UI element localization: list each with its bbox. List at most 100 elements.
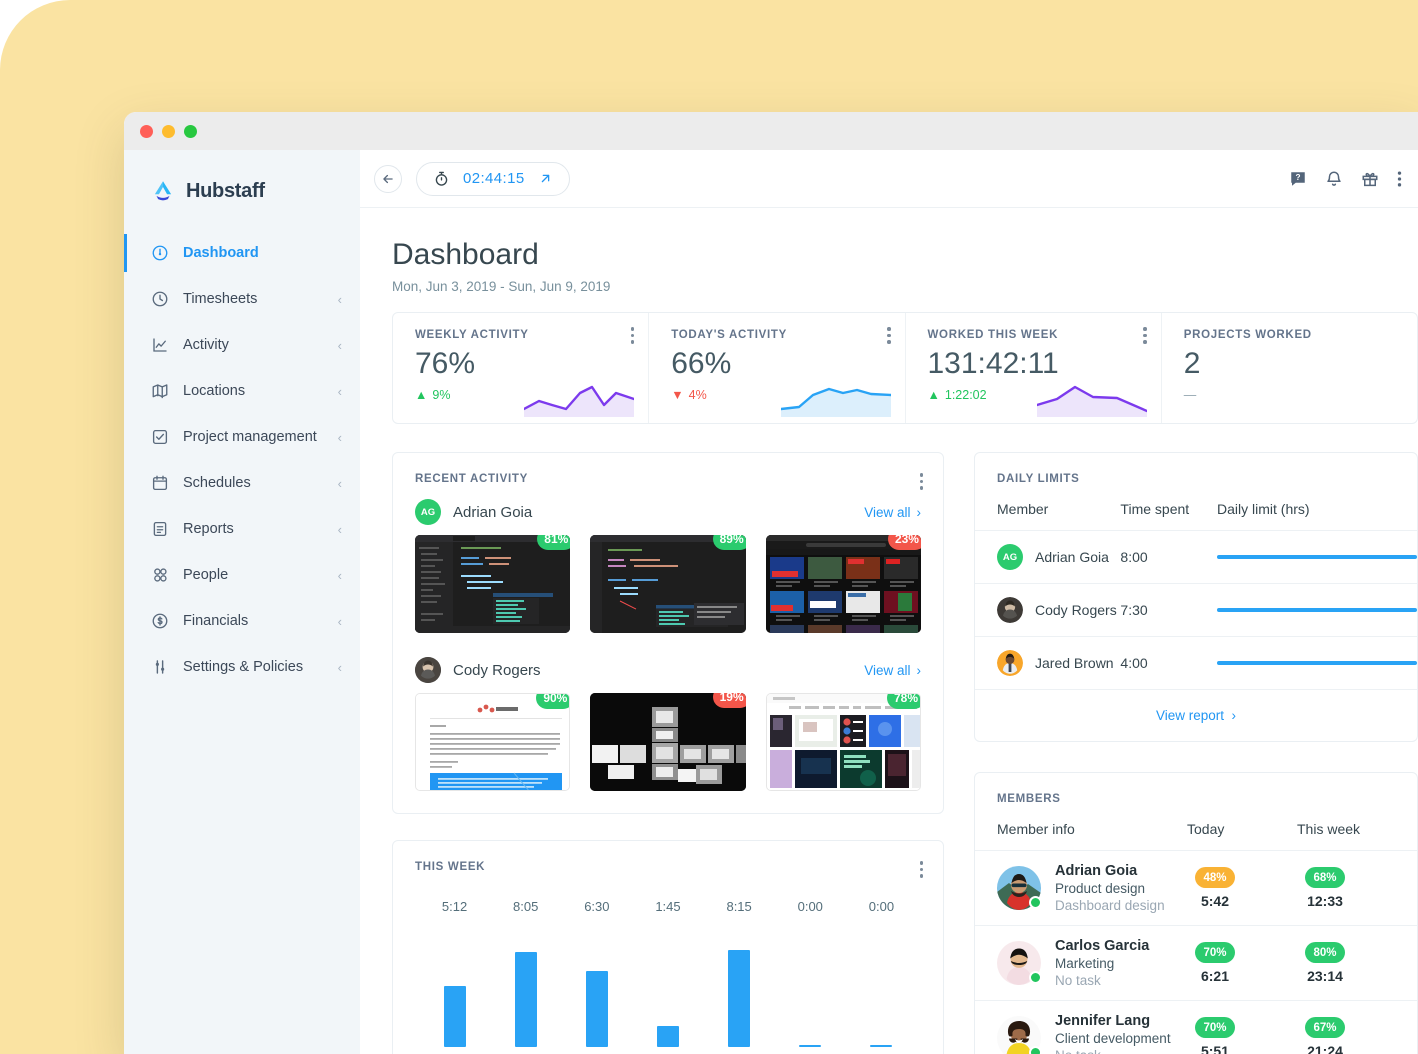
- screenshot-thumbnail[interactable]: 81%: [415, 535, 570, 633]
- sidebar-item-schedules[interactable]: Schedules ‹: [124, 460, 360, 506]
- view-all-link[interactable]: View all ›: [864, 505, 921, 520]
- today-cell: 48% 5:42: [1187, 867, 1243, 909]
- member-task: No task: [1055, 973, 1149, 988]
- sidebar-item-activity[interactable]: Activity ‹: [124, 322, 360, 368]
- stat-value: 131:42:11: [928, 347, 1143, 381]
- bar: [586, 971, 608, 1047]
- week-percent-badge: 67%: [1305, 1017, 1345, 1038]
- table-row[interactable]: Adrian Goia Product design Dashboard des…: [975, 851, 1417, 926]
- timer-widget[interactable]: 02:44:15: [416, 162, 570, 196]
- minimize-window-button[interactable]: [162, 125, 175, 138]
- avatar: AG: [997, 544, 1023, 570]
- sidebar-item-timesheets[interactable]: Timesheets ‹: [124, 276, 360, 322]
- daily-limits-card: DAILY LIMITS Member Time spent Daily lim…: [974, 452, 1418, 742]
- bar-value-label: 0:00: [869, 899, 894, 914]
- stat-card-menu-button[interactable]: [1143, 327, 1147, 347]
- online-status-indicator: [1029, 971, 1042, 984]
- sidebar-item-people[interactable]: People ‹: [124, 552, 360, 598]
- close-window-button[interactable]: [140, 125, 153, 138]
- document-icon: [150, 520, 169, 539]
- bar: [657, 1026, 679, 1047]
- member-name: Jared Brown: [1035, 655, 1114, 671]
- brand-logo[interactable]: Hubstaff: [124, 164, 360, 230]
- member-cell: Carlos Garcia Marketing No task: [997, 938, 1187, 988]
- table-row[interactable]: AG Adrian Goia 8:00: [975, 531, 1417, 584]
- topbar: 02:44:15 ?: [360, 150, 1418, 208]
- time-spent-value: 8:00: [1120, 531, 1217, 584]
- chart-bar-column[interactable]: 8:05: [490, 899, 561, 1047]
- sidebar-item-financials[interactable]: Financials ‹: [124, 598, 360, 644]
- sidebar-item-label: Schedules: [183, 475, 324, 491]
- time-spent-value: 7:30: [1120, 584, 1217, 637]
- stat-card-menu-button[interactable]: [631, 327, 635, 347]
- screenshot-thumbnail[interactable]: 23%: [766, 535, 921, 633]
- table-row[interactable]: Carlos Garcia Marketing No task: [975, 926, 1417, 1001]
- this-week-menu-button[interactable]: [920, 861, 924, 881]
- arrow-up-right-icon[interactable]: [538, 171, 553, 186]
- table-row[interactable]: Cody Rogers 7:30: [975, 584, 1417, 637]
- screenshot-thumbnail[interactable]: 89%: [590, 535, 745, 633]
- week-percent-badge: 68%: [1305, 867, 1345, 888]
- triangle-up-icon: ▲: [928, 388, 940, 402]
- back-button[interactable]: [374, 165, 402, 193]
- stat-card-worked-this-week[interactable]: WORKED THIS WEEK 131:42:11 ▲ 1:22:02: [905, 313, 1161, 423]
- sliders-icon: [150, 658, 169, 677]
- screenshot-thumbnail[interactable]: 78%: [766, 693, 921, 791]
- sidebar-item-settings-policies[interactable]: Settings & Policies ‹: [124, 644, 360, 690]
- today-cell: 70% 6:21: [1187, 942, 1243, 984]
- week-percent-badge: 80%: [1305, 942, 1345, 963]
- view-report-label: View report: [1156, 708, 1224, 723]
- chevron-left-icon: ‹: [338, 384, 342, 399]
- today-time: 5:42: [1201, 893, 1229, 909]
- screenshot-thumbnail[interactable]: 19%: [590, 693, 745, 791]
- sidebar-item-dashboard[interactable]: Dashboard: [124, 230, 360, 276]
- table-row[interactable]: Jared Brown 4:00: [975, 637, 1417, 690]
- recent-activity-card: RECENT ACTIVITY AG Adrian Goia View all: [392, 452, 944, 814]
- activity-badge: 23%: [888, 535, 921, 550]
- recent-activity-menu-button[interactable]: [920, 473, 924, 493]
- people-icon: [150, 566, 169, 585]
- stat-value: 2: [1184, 347, 1399, 381]
- gauge-icon: [150, 244, 169, 263]
- chart-bar-column[interactable]: 0:00: [775, 899, 846, 1047]
- view-report-link[interactable]: View report ›: [975, 690, 1417, 741]
- help-icon[interactable]: ?: [1289, 170, 1307, 188]
- this-week-chart: 5:12 8:05 6:30: [393, 873, 943, 1047]
- triangle-up-icon: ▲: [415, 388, 427, 402]
- stat-card-menu-button[interactable]: [887, 327, 891, 347]
- avatar: [997, 650, 1023, 676]
- sidebar-item-label: Timesheets: [183, 291, 324, 307]
- sidebar-item-reports[interactable]: Reports ‹: [124, 506, 360, 552]
- member-name: Jennifer Lang: [1055, 1013, 1171, 1029]
- dashboard-content: Dashboard Mon, Jun 3, 2019 - Sun, Jun 9,…: [360, 208, 1418, 1054]
- sidebar-item-locations[interactable]: Locations ‹: [124, 368, 360, 414]
- stat-card-weekly-activity[interactable]: WEEKLY ACTIVITY 76% ▲ 9%: [393, 313, 648, 423]
- dashboard-columns: RECENT ACTIVITY AG Adrian Goia View all: [360, 424, 1418, 1054]
- sidebar-item-label: Financials: [183, 613, 324, 629]
- chart-bar-column[interactable]: 6:30: [561, 899, 632, 1047]
- gift-icon[interactable]: [1361, 170, 1379, 188]
- stat-card-todays-activity[interactable]: TODAY'S ACTIVITY 66% ▼ 4%: [648, 313, 904, 423]
- more-vertical-icon[interactable]: [1397, 170, 1402, 188]
- chart-bar-column[interactable]: 8:15: [704, 899, 775, 1047]
- view-all-link[interactable]: View all ›: [864, 663, 921, 678]
- stat-card-projects-worked[interactable]: PROJECTS WORKED 2 —: [1161, 313, 1417, 423]
- bell-icon[interactable]: [1325, 170, 1343, 188]
- chart-bar-column[interactable]: 5:12: [419, 899, 490, 1047]
- sidebar-item-project-management[interactable]: Project management ‹: [124, 414, 360, 460]
- table-row[interactable]: Jennifer Lang Client development No task: [975, 1001, 1417, 1054]
- stat-label: TODAY'S ACTIVITY: [671, 329, 886, 341]
- dollar-icon: [150, 612, 169, 631]
- activity-badge: 89%: [713, 535, 746, 550]
- today-percent-badge: 70%: [1195, 1017, 1235, 1038]
- chart-bar-column[interactable]: 1:45: [632, 899, 703, 1047]
- member-info: Carlos Garcia Marketing No task: [1055, 938, 1149, 988]
- view-all-label: View all: [864, 505, 910, 520]
- chart-bar-column[interactable]: 0:00: [846, 899, 917, 1047]
- hubstaff-logo-icon: [150, 178, 176, 204]
- stat-delta-value: 9%: [432, 388, 450, 402]
- avatar: [415, 657, 441, 683]
- sparkline-chart: [524, 379, 634, 417]
- maximize-window-button[interactable]: [184, 125, 197, 138]
- screenshot-thumbnail[interactable]: 90%: [415, 693, 570, 791]
